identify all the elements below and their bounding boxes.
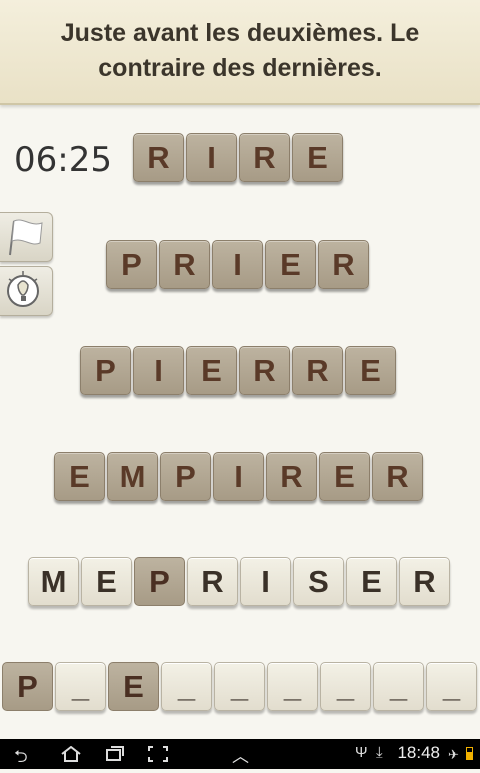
letter-tile[interactable]: R (187, 557, 238, 606)
recent-apps-icon[interactable] (105, 746, 125, 762)
letter-tile: E (319, 452, 370, 501)
download-icon: ⤓ (376, 744, 383, 761)
screenshot-icon[interactable] (148, 746, 168, 762)
letter-slot[interactable]: _ (214, 662, 265, 711)
letter-tile[interactable]: M (28, 557, 79, 606)
letter-tile: P (80, 346, 131, 395)
letter-tile: E (265, 240, 316, 289)
up-chevron-icon[interactable]: ︿ (232, 742, 249, 767)
status-clock: 18:48 (397, 743, 440, 762)
lightbulb-icon (7, 271, 39, 307)
letter-tile: I (213, 452, 264, 501)
battery-icon (466, 747, 473, 760)
letter-tile: R (239, 346, 290, 395)
word-row-6: P _ E _ _ _ _ _ _ (2, 662, 477, 711)
letter-tile[interactable]: E (346, 557, 397, 606)
home-icon[interactable] (60, 746, 82, 762)
letter-tile: R (266, 452, 317, 501)
letter-slot[interactable]: _ (161, 662, 212, 711)
letter-tile: R (318, 240, 369, 289)
letter-slot[interactable]: E (108, 662, 159, 711)
word-row-2: P R I E R (106, 240, 369, 289)
letter-tile: E (345, 346, 396, 395)
clue-line-2: contraire des dernières. (98, 54, 382, 82)
letter-slot[interactable]: _ (373, 662, 424, 711)
word-row-3: P I E R R E (80, 346, 396, 395)
letter-slot[interactable]: _ (426, 662, 477, 711)
letter-slot[interactable]: _ (320, 662, 371, 711)
letter-tile: I (133, 346, 184, 395)
clue-text: Juste avant les deuxièmes. Le contraire … (0, 0, 480, 86)
letter-tile: R (133, 133, 184, 182)
word-row-5: M E P R I S E R (28, 557, 450, 606)
letter-tile[interactable]: P (134, 557, 185, 606)
letter-slot[interactable]: P (2, 662, 53, 711)
flag-icon (9, 219, 43, 256)
hint-button[interactable] (0, 266, 53, 316)
letter-tile: E (186, 346, 237, 395)
letter-tile: I (186, 133, 237, 182)
letter-tile: E (292, 133, 343, 182)
countdown-timer: 06:25 (14, 140, 112, 180)
letter-tile: P (160, 452, 211, 501)
system-navigation-bar: ⮌ ︿ Ψ ⤓ 18:48 ✈ (0, 739, 480, 769)
letter-tile: I (212, 240, 263, 289)
word-row-4: E M P I R E R (54, 452, 423, 501)
letter-tile[interactable]: S (293, 557, 344, 606)
letter-slot[interactable]: _ (267, 662, 318, 711)
flag-button[interactable] (0, 212, 53, 262)
letter-tile: R (292, 346, 343, 395)
letter-slot[interactable]: _ (55, 662, 106, 711)
letter-tile[interactable]: R (399, 557, 450, 606)
airplane-icon: ✈ (448, 747, 459, 762)
letter-tile[interactable]: I (240, 557, 291, 606)
clue-banner: Juste avant les deuxièmes. Le contraire … (0, 0, 480, 105)
letter-tile[interactable]: E (81, 557, 132, 606)
letter-tile: R (372, 452, 423, 501)
letter-tile: P (106, 240, 157, 289)
word-row-1: R I R E (133, 133, 343, 182)
letter-tile: M (107, 452, 158, 501)
letter-tile: R (239, 133, 290, 182)
letter-tile: E (54, 452, 105, 501)
usb-icon: Ψ (355, 744, 368, 761)
clue-line-1: Juste avant les deuxièmes. Le (60, 19, 420, 47)
letter-tile: R (159, 240, 210, 289)
